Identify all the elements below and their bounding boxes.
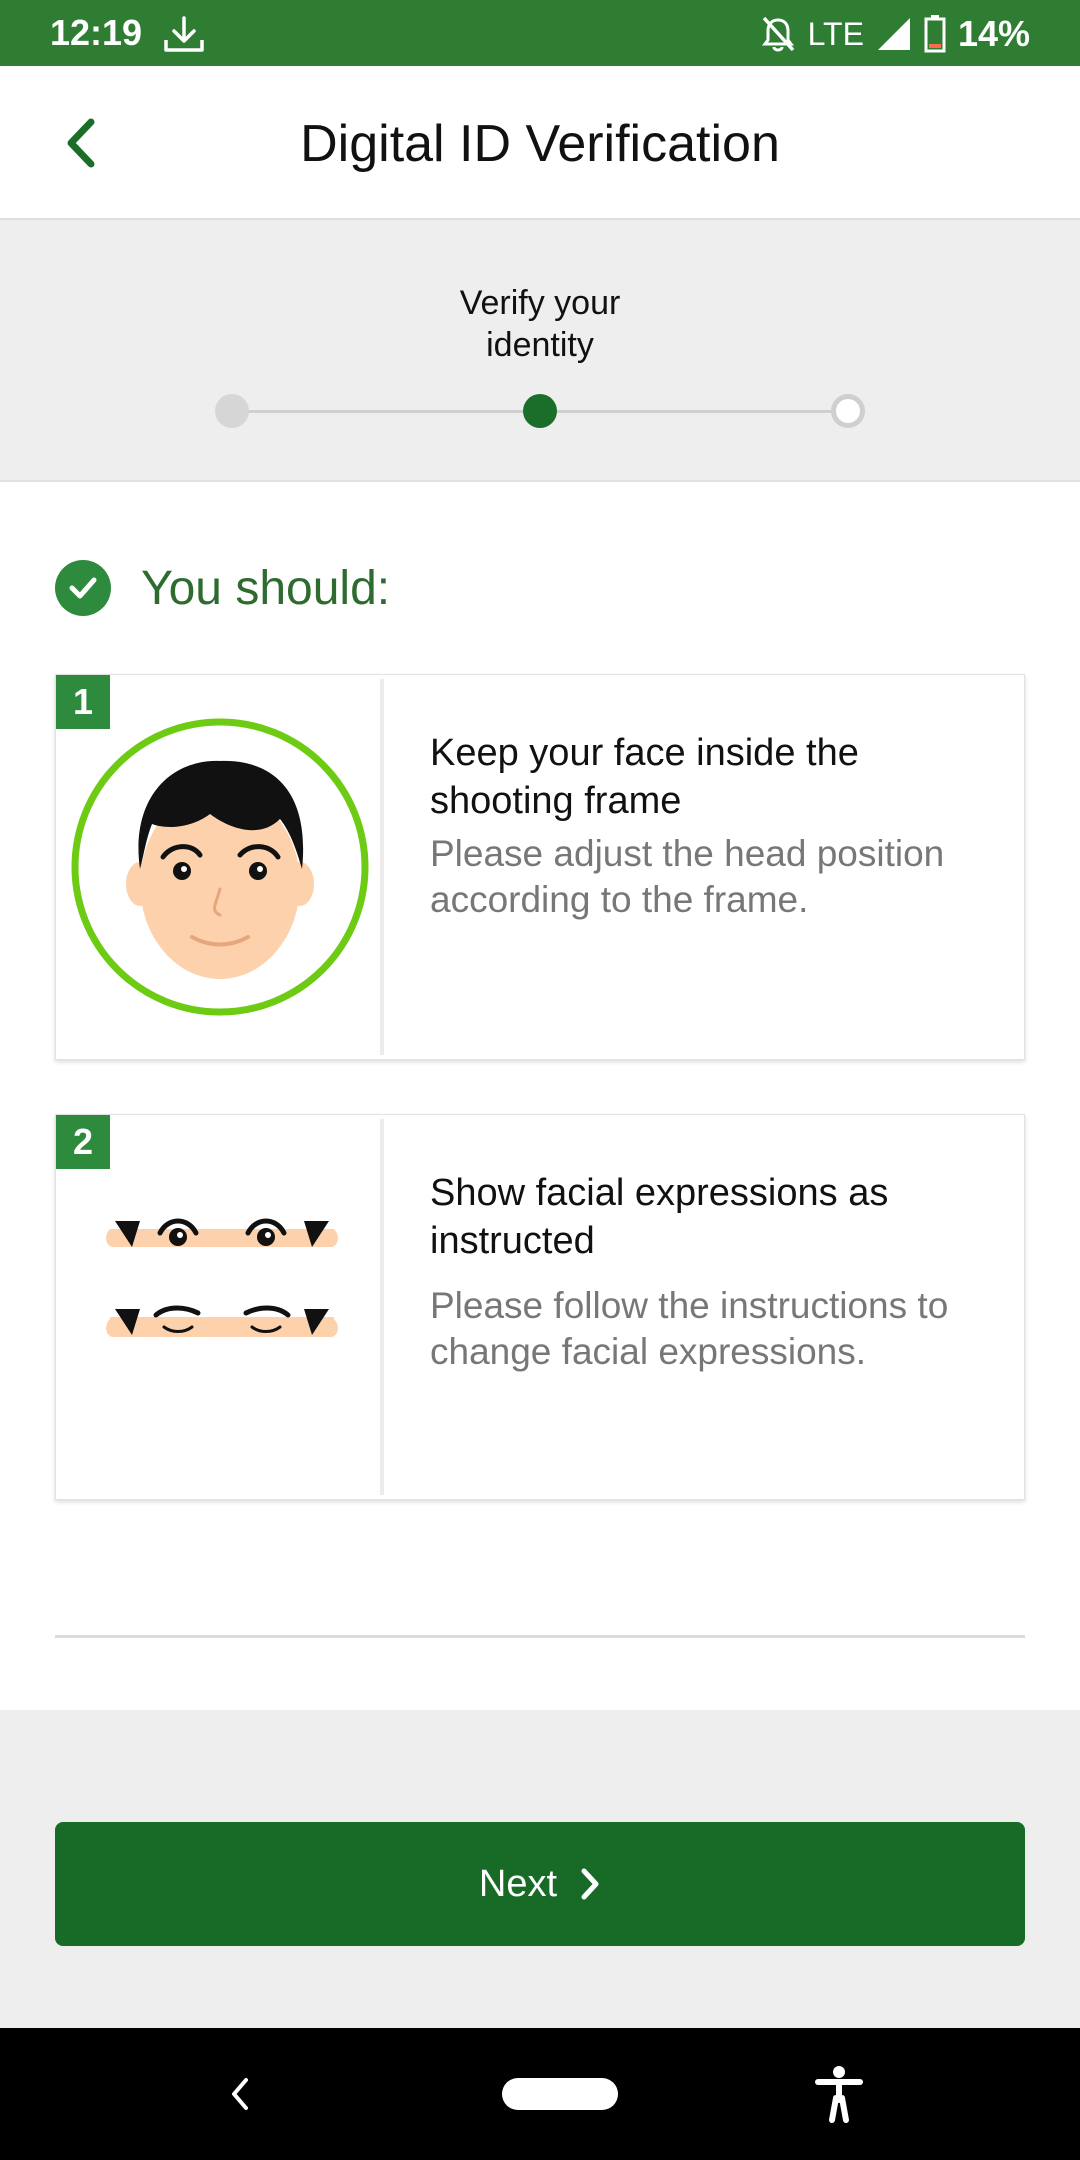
step-3-dot xyxy=(831,394,865,428)
page-title: Digital ID Verification xyxy=(300,115,780,173)
card-description: Please adjust the head position accordin… xyxy=(430,833,945,920)
signal-icon xyxy=(877,18,910,50)
chevron-right-icon xyxy=(581,1868,599,1900)
progress-stepper: Verify your identity xyxy=(0,220,1080,482)
card-2-text: Show facial expressions as instructed Pl… xyxy=(430,1169,994,1375)
step-1-dot xyxy=(215,394,249,428)
accessibility-icon[interactable] xyxy=(814,2064,864,2124)
download-icon xyxy=(164,16,204,52)
card-title: Show facial expressions as instructed xyxy=(430,1172,889,1262)
notifications-off-icon xyxy=(761,16,794,52)
status-bar: 12:19 LTE 14% xyxy=(0,0,1080,66)
current-step-label: Verify your identity xyxy=(459,284,621,364)
face-in-frame-illustration xyxy=(60,679,384,1055)
system-home-button[interactable] xyxy=(502,2078,618,2110)
facial-expressions-illustration xyxy=(60,1119,384,1495)
instructions-heading: You should: xyxy=(55,560,390,616)
status-time: 12:19 xyxy=(50,12,143,53)
step-number-badge: 2 xyxy=(56,1115,110,1169)
status-icons: LTE 14% xyxy=(760,12,1030,56)
network-type: LTE xyxy=(807,15,864,52)
step-2-dot xyxy=(523,394,557,428)
card-1-text: Keep your face inside the shooting frame… xyxy=(430,729,994,923)
system-back-icon[interactable] xyxy=(220,2072,260,2116)
app-header: Digital ID Verification xyxy=(0,66,1080,220)
divider xyxy=(55,1635,1025,1638)
card-title: Keep your face inside the shooting frame xyxy=(430,732,859,822)
card-description: Please follow the instructions to change… xyxy=(430,1285,949,1372)
section-heading-text: You should: xyxy=(141,561,391,615)
next-button[interactable]: Next xyxy=(55,1822,1025,1946)
check-circle-icon xyxy=(55,560,111,616)
instruction-card-1: 1 Keep your face inside the shooting fra… xyxy=(55,674,1025,1060)
step-number-badge: 1 xyxy=(56,675,110,729)
instruction-card-2: 2 Show facial expressions as instructed … xyxy=(55,1114,1025,1500)
battery-icon xyxy=(924,15,946,53)
system-nav-bar xyxy=(0,2028,1080,2160)
next-button-label: Next xyxy=(478,1862,558,1905)
battery-percent: 14% xyxy=(957,13,1030,54)
